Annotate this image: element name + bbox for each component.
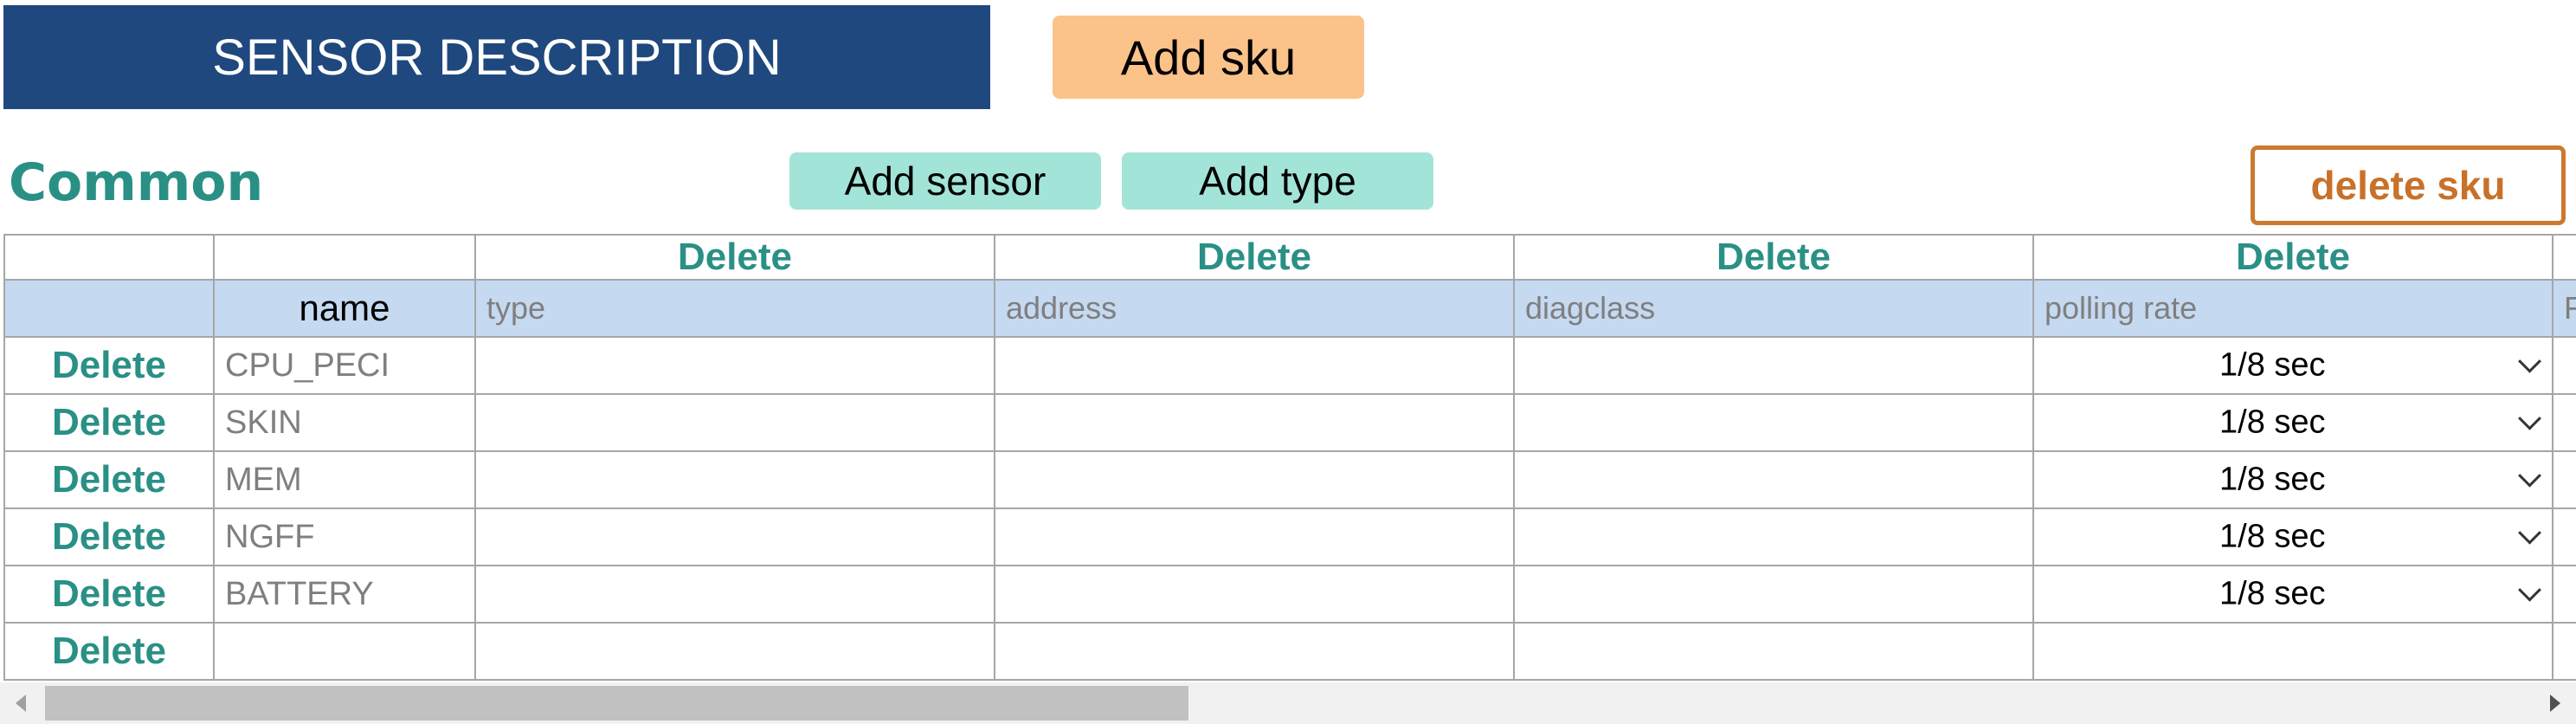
table-row: Delete	[3, 622, 2576, 681]
address-cell[interactable]	[994, 393, 1515, 452]
polling-rate-value: 1/8 sec	[2219, 404, 2326, 441]
delete-column-diagclass-button[interactable]: Delete	[1513, 234, 2034, 281]
chevron-right-icon[interactable]	[2550, 695, 2560, 712]
page-title-banner: SENSOR DESCRIPTION	[3, 5, 990, 109]
table-row: Delete MEM 1/8 sec	[3, 450, 2576, 509]
table-row: Delete SKIN 1/8 sec	[3, 393, 2576, 452]
horizontal-scrollbar[interactable]	[0, 682, 2576, 724]
sensor-name-cell[interactable]	[213, 622, 476, 681]
delete-column-address-button[interactable]: Delete	[994, 234, 1515, 281]
scrollbar-thumb[interactable]	[45, 686, 1188, 721]
polling-rate-value: 1/8 sec	[2219, 346, 2326, 384]
polling-rate-select[interactable]: 1/8 sec	[2032, 336, 2553, 395]
diagclass-cell[interactable]	[1513, 450, 2034, 509]
delete-row-button[interactable]: Delete	[3, 336, 215, 395]
delete-row-button[interactable]: Delete	[3, 393, 215, 452]
header-polling-rate[interactable]: polling rate	[2032, 279, 2553, 338]
type-cell[interactable]	[474, 393, 995, 452]
polling-rate-select[interactable]: 1/8 sec	[2032, 565, 2553, 624]
column-delete-row: Delete Delete Delete Delete	[3, 234, 2576, 281]
diagclass-cell[interactable]	[1513, 622, 2034, 681]
sensor-name-cell[interactable]: NGFF	[213, 507, 476, 566]
chevron-down-icon[interactable]	[2518, 520, 2541, 545]
chevron-down-icon[interactable]	[2518, 463, 2541, 488]
delete-row-button[interactable]: Delete	[3, 565, 215, 624]
chevron-down-icon[interactable]	[2518, 578, 2541, 602]
diagclass-cell[interactable]	[1513, 393, 2034, 452]
next-cell[interactable]	[2552, 393, 2576, 452]
header-row: name type address diagclass polling rate…	[3, 279, 2576, 338]
chevron-down-icon[interactable]	[2518, 406, 2541, 430]
sensor-name-cell[interactable]: SKIN	[213, 393, 476, 452]
chevron-left-icon[interactable]	[16, 695, 26, 712]
address-cell[interactable]	[994, 565, 1515, 624]
sensor-name-cell[interactable]: CPU_PECI	[213, 336, 476, 395]
address-cell[interactable]	[994, 622, 1515, 681]
sensor-name-cell[interactable]: MEM	[213, 450, 476, 509]
type-cell[interactable]	[474, 450, 995, 509]
type-cell[interactable]	[474, 336, 995, 395]
delete-sku-button[interactable]: delete sku	[2251, 145, 2566, 225]
add-type-button[interactable]: Add type	[1122, 152, 1433, 210]
type-cell[interactable]	[474, 565, 995, 624]
next-cell[interactable]	[2552, 507, 2576, 566]
address-cell[interactable]	[994, 336, 1515, 395]
next-cell[interactable]	[2552, 450, 2576, 509]
section-title: Common	[9, 152, 264, 213]
delete-column-polling-rate-button[interactable]: Delete	[2032, 234, 2553, 281]
type-cell[interactable]	[474, 622, 995, 681]
add-sensor-button[interactable]: Add sensor	[789, 152, 1101, 210]
polling-rate-value: 1/8 sec	[2219, 518, 2326, 555]
address-cell[interactable]	[994, 450, 1515, 509]
delete-row-button[interactable]: Delete	[3, 622, 215, 681]
header-name: name	[213, 279, 476, 338]
sensor-description-sheet: SENSOR DESCRIPTION Add sku Common Add se…	[0, 0, 2576, 724]
polling-rate-select[interactable]: 1/8 sec	[2032, 393, 2553, 452]
next-cell[interactable]	[2552, 336, 2576, 395]
delete-row-button[interactable]: Delete	[3, 450, 215, 509]
delete-row-button[interactable]: Delete	[3, 507, 215, 566]
polling-rate-select[interactable]: 1/8 sec	[2032, 450, 2553, 509]
next-cell[interactable]	[2552, 622, 2576, 681]
polling-rate-select[interactable]: 1/8 sec	[2032, 507, 2553, 566]
diagclass-cell[interactable]	[1513, 336, 2034, 395]
chevron-down-icon[interactable]	[2518, 349, 2541, 373]
header-empty-cell	[3, 279, 215, 338]
sensor-table: Delete Delete Delete Delete name type ad…	[3, 234, 2576, 681]
add-sku-button[interactable]: Add sku	[1053, 16, 1364, 99]
polling-rate-value: 1/8 sec	[2219, 461, 2326, 498]
header-next-column[interactable]: F	[2552, 279, 2576, 338]
address-cell[interactable]	[994, 507, 1515, 566]
header-address[interactable]: address	[994, 279, 1515, 338]
diagclass-cell[interactable]	[1513, 565, 2034, 624]
header-type[interactable]: type	[474, 279, 995, 338]
table-row: Delete BATTERY 1/8 sec	[3, 565, 2576, 624]
empty-cell	[2552, 234, 2576, 281]
header-diagclass[interactable]: diagclass	[1513, 279, 2034, 338]
next-cell[interactable]	[2552, 565, 2576, 624]
polling-rate-cell[interactable]	[2032, 622, 2553, 681]
type-cell[interactable]	[474, 507, 995, 566]
sensor-name-cell[interactable]: BATTERY	[213, 565, 476, 624]
table-row: Delete NGFF 1/8 sec	[3, 507, 2576, 566]
empty-cell	[3, 234, 215, 281]
delete-column-type-button[interactable]: Delete	[474, 234, 995, 281]
table-row: Delete CPU_PECI 1/8 sec	[3, 336, 2576, 395]
polling-rate-value: 1/8 sec	[2219, 575, 2326, 612]
empty-cell	[213, 234, 476, 281]
diagclass-cell[interactable]	[1513, 507, 2034, 566]
